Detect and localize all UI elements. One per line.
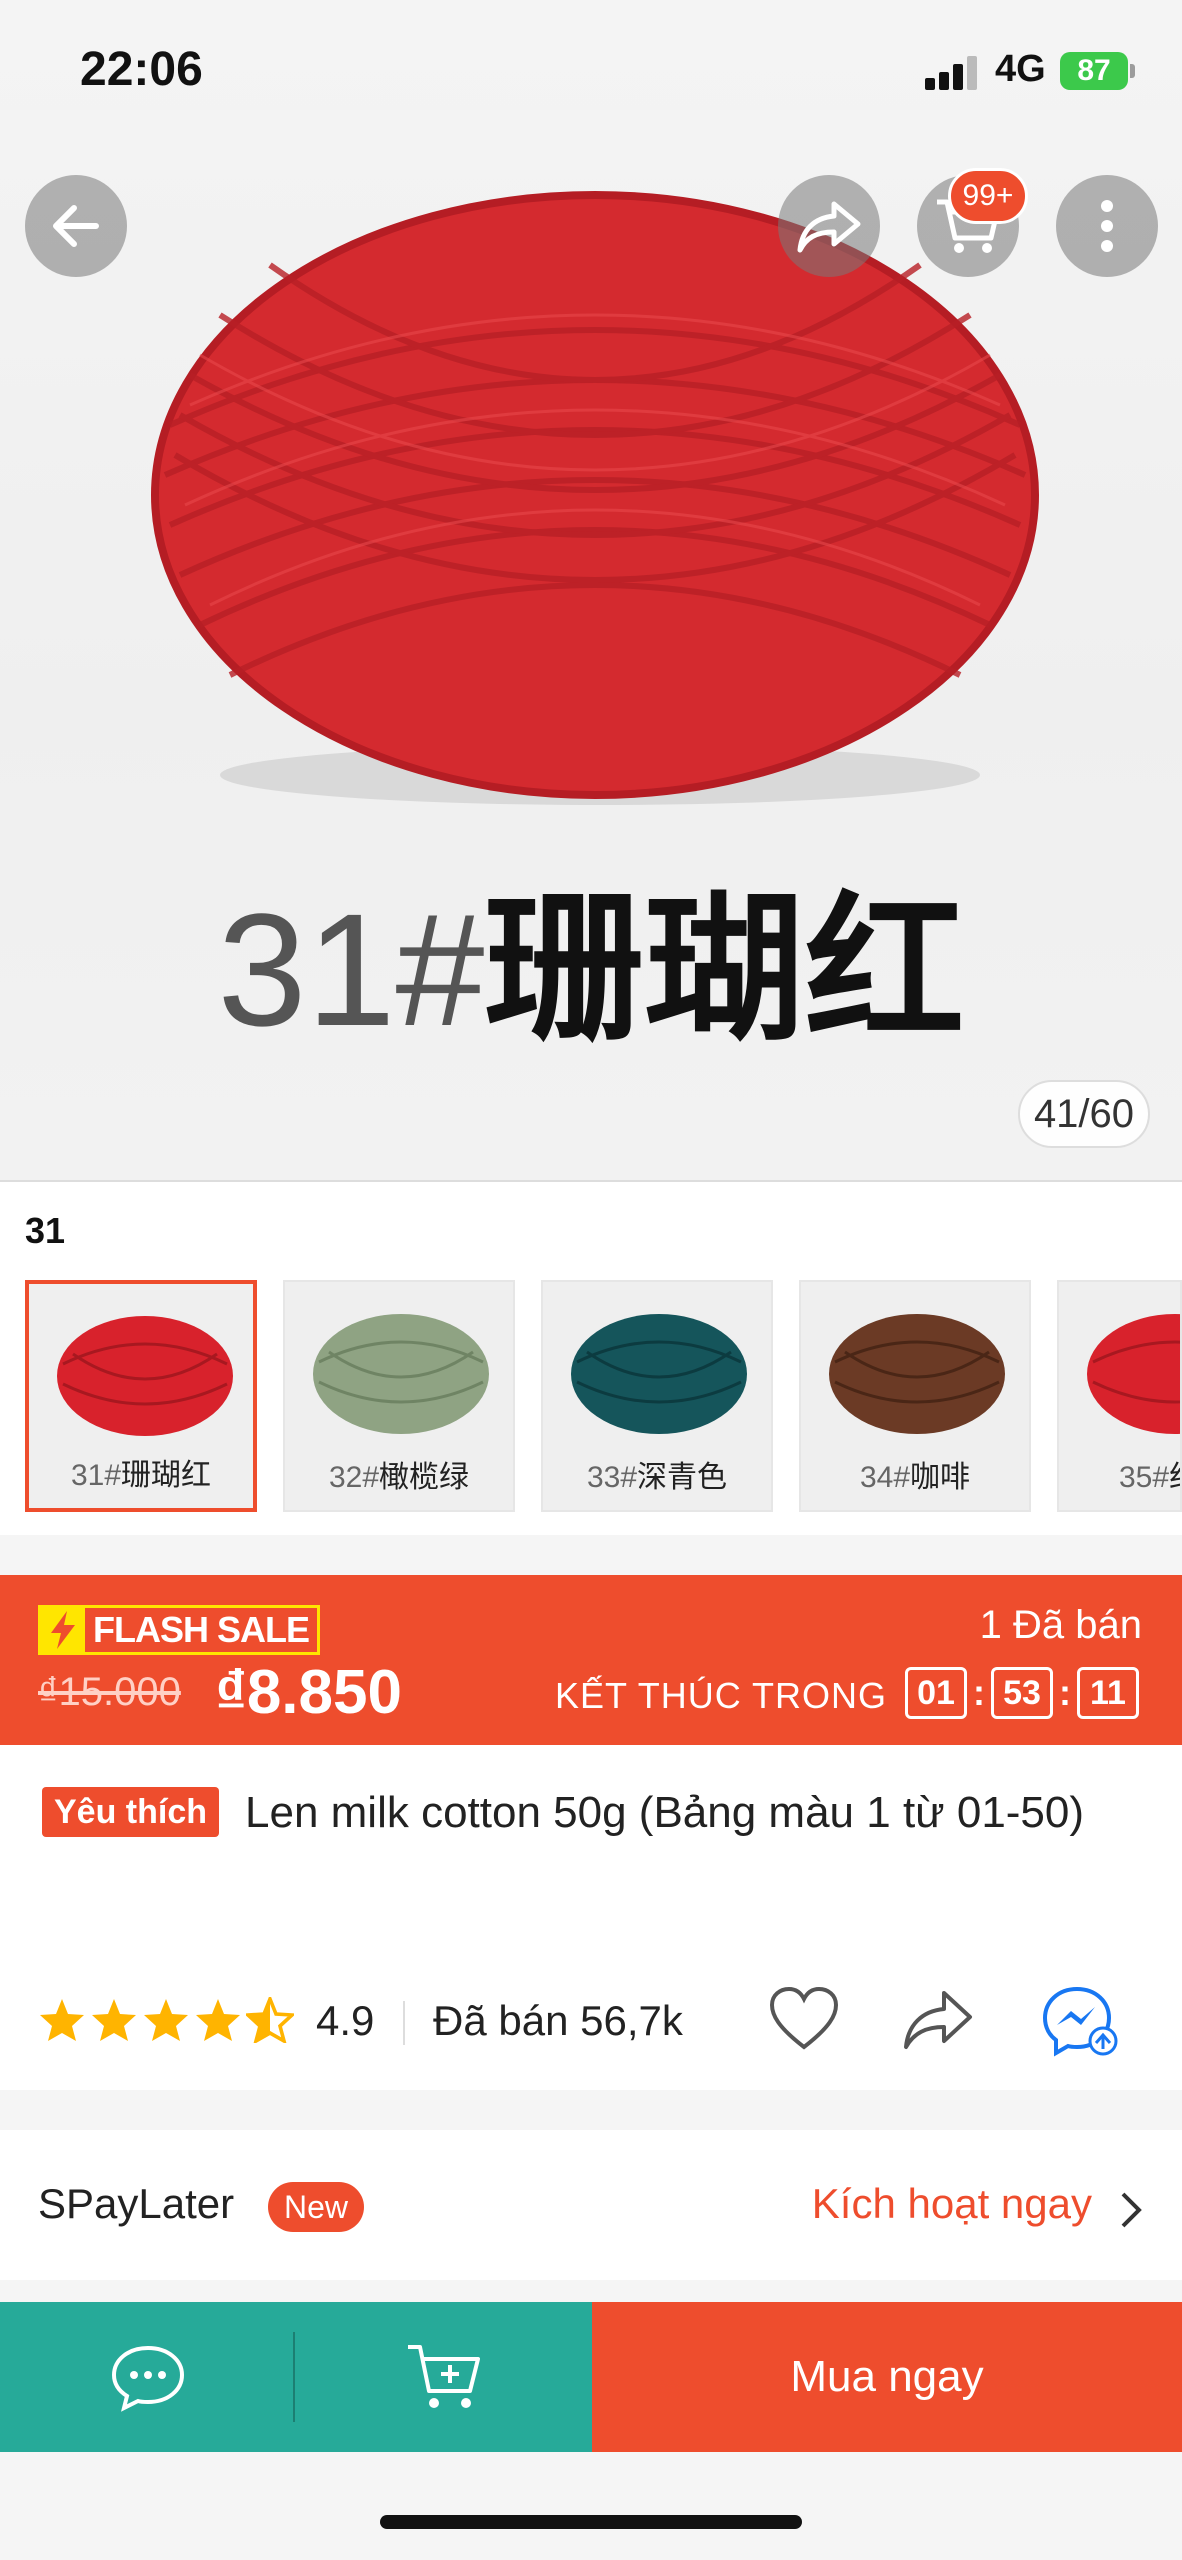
timer-hours: 01 bbox=[905, 1667, 967, 1719]
new-tag: New bbox=[268, 2182, 365, 2232]
flash-sale-banner: FLASH SALE 1 Đã bán ₫15.000 ₫8.850 KẾT T… bbox=[0, 1575, 1182, 1745]
arrow-left-icon bbox=[53, 205, 99, 247]
more-vertical-icon bbox=[1101, 200, 1113, 252]
variant-option[interactable]: 31#珊瑚红 bbox=[25, 1280, 257, 1512]
star-icon bbox=[144, 1999, 188, 2041]
ends-in-label: KẾT THÚC TRONG bbox=[555, 1675, 888, 1716]
variant-number: 34# bbox=[859, 1461, 911, 1494]
chevron-right-icon bbox=[1121, 2192, 1142, 2228]
favorite-tag: Yêu thích bbox=[42, 1787, 220, 1837]
cart-count-badge: 99+ bbox=[948, 168, 1028, 224]
chat-icon bbox=[111, 2345, 184, 2412]
variant-name: 珊瑚红 bbox=[121, 1459, 212, 1492]
share-icon bbox=[797, 201, 861, 253]
activate-link[interactable]: Kích hoạt ngay bbox=[812, 2180, 1092, 2228]
caption-number: 31# bbox=[217, 880, 485, 1059]
rating-value: 4.9 bbox=[316, 1997, 375, 2044]
variant-option[interactable]: 33#深青色 bbox=[541, 1280, 773, 1512]
yarn-thumbnail bbox=[57, 1316, 233, 1436]
variant-option[interactable]: 34#咖啡 bbox=[799, 1280, 1031, 1512]
bottom-action-bar: Mua ngay bbox=[0, 2302, 1182, 2452]
flash-sold-count: 1 Đã bán bbox=[979, 1603, 1142, 1647]
caption-text: 珊瑚红 bbox=[484, 880, 965, 1059]
variant-number: 32# bbox=[328, 1461, 380, 1494]
messenger-icon[interactable] bbox=[1041, 1985, 1119, 2057]
half-star-icon bbox=[246, 1997, 294, 2043]
variant-option[interactable]: 32#橄榄绿 bbox=[283, 1280, 515, 1512]
flash-sale-label: FLASH SALE bbox=[93, 1609, 310, 1650]
lightning-icon bbox=[41, 1608, 85, 1652]
battery-level: 87 bbox=[1077, 54, 1111, 87]
star-icon bbox=[40, 1999, 84, 2041]
rating-row: 4.9 Đã bán 56,7k bbox=[38, 1985, 1148, 2057]
rating-stars bbox=[38, 1997, 294, 2043]
buy-now-button[interactable]: Mua ngay bbox=[592, 2302, 1182, 2452]
sale-price: ₫8.850 bbox=[215, 1658, 402, 1727]
product-image-carousel[interactable]: 31#珊瑚红 41/60 22:06 4G 87 99+ bbox=[0, 0, 1182, 1180]
product-info: Len milk cotton 50g (Bảng màu 1 từ 01-50… bbox=[0, 1745, 1182, 2090]
variant-number: 31# bbox=[70, 1459, 122, 1492]
timer-minutes: 53 bbox=[991, 1667, 1053, 1719]
variant-name: 橄榄绿 bbox=[379, 1461, 470, 1494]
more-button[interactable] bbox=[1056, 175, 1158, 277]
sold-total: Đã bán 56,7k bbox=[433, 1997, 683, 2044]
variant-option[interactable]: 35#红 bbox=[1057, 1280, 1182, 1512]
chat-button[interactable] bbox=[0, 2302, 295, 2452]
star-icon bbox=[92, 1999, 136, 2041]
star-icon bbox=[196, 1999, 240, 2041]
variant-name: 咖啡 bbox=[910, 1461, 971, 1494]
image-caption: 31#珊瑚红 bbox=[0, 880, 1182, 1060]
yarn-thumbnail bbox=[1087, 1314, 1180, 1434]
battery-icon: 87 bbox=[1060, 52, 1135, 90]
original-price: ₫15.000 bbox=[38, 1670, 181, 1714]
image-counter: 41/60 bbox=[1018, 1080, 1150, 1148]
share-button[interactable] bbox=[778, 175, 880, 277]
yarn-thumbnail bbox=[829, 1314, 1005, 1434]
spaylater-label: SPayLater bbox=[38, 2180, 235, 2227]
add-cart-icon bbox=[407, 2345, 480, 2408]
variant-selector: 31 31#珊瑚红 32#橄榄绿 33#深青色 34#咖啡 35#红 bbox=[0, 1180, 1182, 1535]
countdown-timer: 01 : 53 : 11 bbox=[905, 1667, 1139, 1719]
yarn-thumbnail bbox=[571, 1314, 747, 1434]
product-image bbox=[151, 191, 1039, 805]
home-indicator[interactable] bbox=[380, 2515, 802, 2529]
back-button[interactable] bbox=[25, 175, 127, 277]
status-bar: 22:06 4G 87 bbox=[0, 0, 1182, 140]
flash-sale-badge: FLASH SALE bbox=[38, 1605, 321, 1655]
variant-title: 31 bbox=[25, 1210, 66, 1251]
variant-name: 深青色 bbox=[637, 1461, 728, 1494]
variant-name: 红 bbox=[1169, 1461, 1180, 1494]
spaylater-row[interactable]: SPayLater New Kích hoạt ngay bbox=[0, 2130, 1182, 2280]
signal-icon bbox=[925, 56, 981, 90]
yarn-thumbnail bbox=[313, 1314, 489, 1434]
timer-seconds: 11 bbox=[1077, 1667, 1139, 1719]
share-icon[interactable] bbox=[900, 1985, 976, 2055]
heart-icon[interactable] bbox=[768, 1985, 840, 2055]
variant-number: 35# bbox=[1119, 1461, 1170, 1494]
status-time: 22:06 bbox=[80, 43, 203, 96]
network-type: 4G bbox=[995, 48, 1046, 90]
variant-number: 33# bbox=[586, 1461, 638, 1494]
add-to-cart-button[interactable] bbox=[295, 2302, 592, 2452]
